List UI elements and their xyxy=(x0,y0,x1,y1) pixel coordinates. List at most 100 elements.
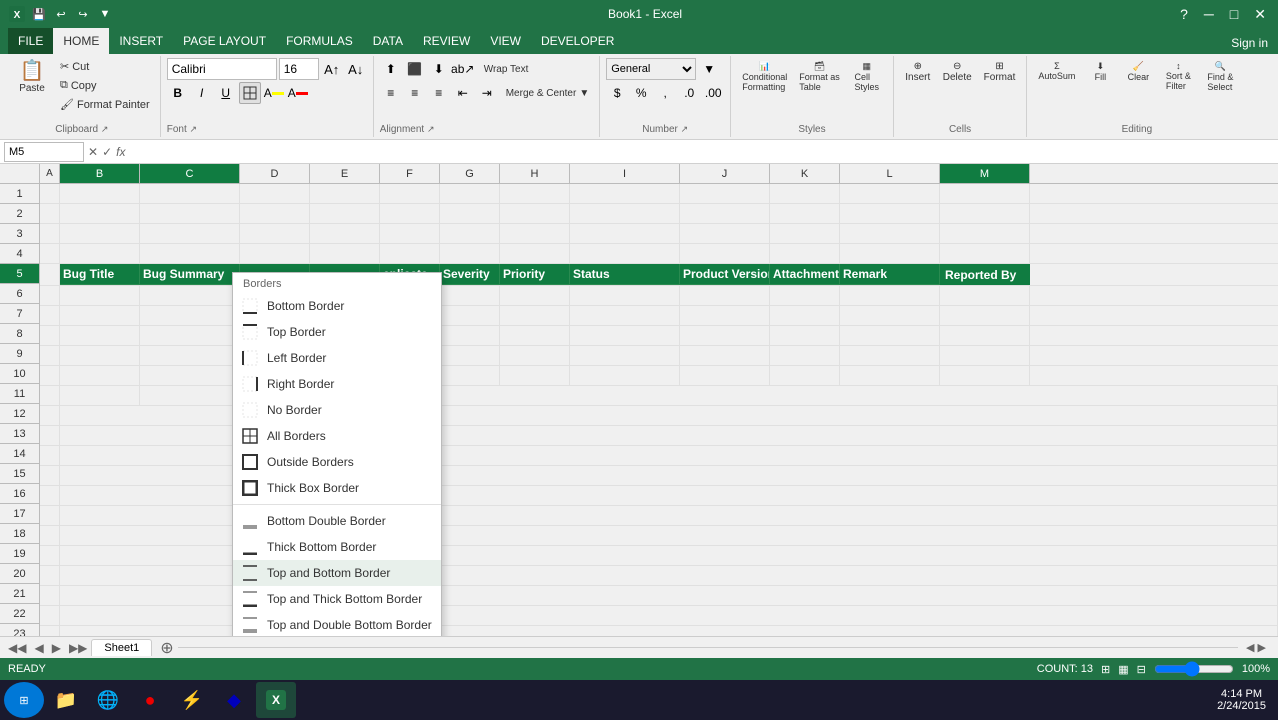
increase-decimal-btn[interactable]: .00 xyxy=(702,82,724,104)
col-header-H[interactable]: H xyxy=(500,164,570,183)
increase-font-btn[interactable]: A↑ xyxy=(321,58,343,80)
cell-K5[interactable]: Attachments xyxy=(770,264,840,285)
font-name-input[interactable] xyxy=(167,58,277,80)
italic-btn[interactable]: I xyxy=(191,82,213,104)
borders-btn[interactable] xyxy=(239,82,261,104)
fill-btn[interactable]: ⬇ Fill xyxy=(1082,58,1118,85)
start-btn[interactable]: ⊞ xyxy=(4,682,44,718)
cell-F4[interactable] xyxy=(380,244,440,263)
row-header-7[interactable]: 7 xyxy=(0,304,40,324)
cell-K3[interactable] xyxy=(770,224,840,243)
percent-btn[interactable]: % xyxy=(630,82,652,104)
col-header-K[interactable]: K xyxy=(770,164,840,183)
insert-btn[interactable]: ⊕ Insert xyxy=(900,58,936,86)
cell-A8[interactable] xyxy=(40,326,60,345)
cell-M6[interactable] xyxy=(940,286,1030,305)
formula-input[interactable] xyxy=(129,145,1274,159)
row-header-17[interactable]: 17 xyxy=(0,504,40,524)
cell-A4[interactable] xyxy=(40,244,60,263)
cell-G3[interactable] xyxy=(440,224,500,243)
number-format-select[interactable]: General xyxy=(606,58,696,80)
cell-D4[interactable] xyxy=(240,244,310,263)
cell-L3[interactable] xyxy=(840,224,940,243)
sign-in-btn[interactable]: Sign in xyxy=(1221,32,1278,54)
cell-D3[interactable] xyxy=(240,224,310,243)
confirm-formula-icon[interactable]: ✓ xyxy=(102,145,112,159)
cell-M9[interactable] xyxy=(940,346,1030,365)
outside-borders-item[interactable]: Outside Borders xyxy=(233,449,441,475)
cell-I8[interactable] xyxy=(570,326,680,345)
tab-data[interactable]: DATA xyxy=(363,28,413,54)
cell-A2[interactable] xyxy=(40,204,60,223)
row-header-1[interactable]: 1 xyxy=(0,184,40,204)
cut-button[interactable]: ✂ Cut xyxy=(56,58,154,75)
cell-K6[interactable] xyxy=(770,286,840,305)
insert-function-icon[interactable]: fx xyxy=(116,145,125,159)
col-header-M[interactable]: M xyxy=(940,164,1030,183)
cell-J10[interactable] xyxy=(680,366,770,385)
cell-K9[interactable] xyxy=(770,346,840,365)
sheet-nav-next[interactable]: ▶ xyxy=(48,641,65,655)
cell-G7[interactable] xyxy=(440,306,500,325)
cell-E2[interactable] xyxy=(310,204,380,223)
merge-dropdown-icon[interactable]: ▼ xyxy=(579,88,589,99)
decrease-font-btn[interactable]: A↓ xyxy=(345,58,367,80)
undo-btn[interactable]: ↩ xyxy=(52,5,70,23)
row-header-19[interactable]: 19 xyxy=(0,544,40,564)
row-header-23[interactable]: 23 xyxy=(0,624,40,636)
top-double-bottom-item[interactable]: Top and Double Bottom Border xyxy=(233,612,441,636)
right-border-item[interactable]: Right Border xyxy=(233,371,441,397)
row-header-22[interactable]: 22 xyxy=(0,604,40,624)
cell-M4[interactable] xyxy=(940,244,1030,263)
cell-M7[interactable] xyxy=(940,306,1030,325)
cell-I5[interactable]: Status xyxy=(570,264,680,285)
cell-C4[interactable] xyxy=(140,244,240,263)
cell-C11[interactable] xyxy=(140,386,240,405)
cell-L10[interactable] xyxy=(840,366,940,385)
delete-btn[interactable]: ⊖ Delete xyxy=(938,58,977,86)
cell-A20[interactable] xyxy=(40,566,60,585)
cell-H1[interactable] xyxy=(500,184,570,203)
cell-J7[interactable] xyxy=(680,306,770,325)
col-header-A[interactable]: A xyxy=(40,164,60,183)
number-format-btn[interactable]: ▼ xyxy=(698,58,720,80)
left-border-item[interactable]: Left Border xyxy=(233,345,441,371)
cell-A9[interactable] xyxy=(40,346,60,365)
tab-developer[interactable]: DEVELOPER xyxy=(531,28,624,54)
cell-A22[interactable] xyxy=(40,606,60,625)
cell-A19[interactable] xyxy=(40,546,60,565)
col-header-C[interactable]: C xyxy=(140,164,240,183)
name-box[interactable] xyxy=(4,142,84,162)
cell-G5[interactable]: Severity xyxy=(440,264,500,285)
cell-B11[interactable] xyxy=(60,386,140,405)
cell-H3[interactable] xyxy=(500,224,570,243)
cell-I9[interactable] xyxy=(570,346,680,365)
align-bottom-btn[interactable]: ⬇ xyxy=(428,58,450,80)
cell-B6[interactable] xyxy=(60,286,140,305)
cell-C3[interactable] xyxy=(140,224,240,243)
cell-G10[interactable] xyxy=(440,366,500,385)
cell-H2[interactable] xyxy=(500,204,570,223)
view-page-btn[interactable]: ⊟ xyxy=(1137,663,1146,676)
cell-styles-btn[interactable]: ▦ CellStyles xyxy=(847,58,887,95)
tab-insert[interactable]: INSERT xyxy=(109,28,173,54)
cell-C2[interactable] xyxy=(140,204,240,223)
auto-sum-btn[interactable]: Σ AutoSum xyxy=(1033,58,1080,84)
cell-A11[interactable] xyxy=(40,386,60,405)
cell-remaining11[interactable] xyxy=(440,386,1278,405)
cell-C1[interactable] xyxy=(140,184,240,203)
format-table-btn[interactable]: 🗃 Format asTable xyxy=(794,58,845,95)
row-header-5[interactable]: 5 xyxy=(0,264,40,284)
cell-A3[interactable] xyxy=(40,224,60,243)
tab-page-layout[interactable]: PAGE LAYOUT xyxy=(173,28,276,54)
cell-H10[interactable] xyxy=(500,366,570,385)
customize-qa[interactable]: ▼ xyxy=(96,5,114,23)
col-header-J[interactable]: J xyxy=(680,164,770,183)
format-painter-button[interactable]: 🖌 Format Painter xyxy=(56,96,154,113)
align-right-btn[interactable]: ≡ xyxy=(428,82,450,104)
cell-A17[interactable] xyxy=(40,506,60,525)
align-middle-btn[interactable]: ⬛ xyxy=(404,58,426,80)
font-color-btn[interactable]: A xyxy=(287,82,309,104)
bottom-double-border-item[interactable]: Bottom Double Border xyxy=(233,508,441,534)
col-header-E[interactable]: E xyxy=(310,164,380,183)
